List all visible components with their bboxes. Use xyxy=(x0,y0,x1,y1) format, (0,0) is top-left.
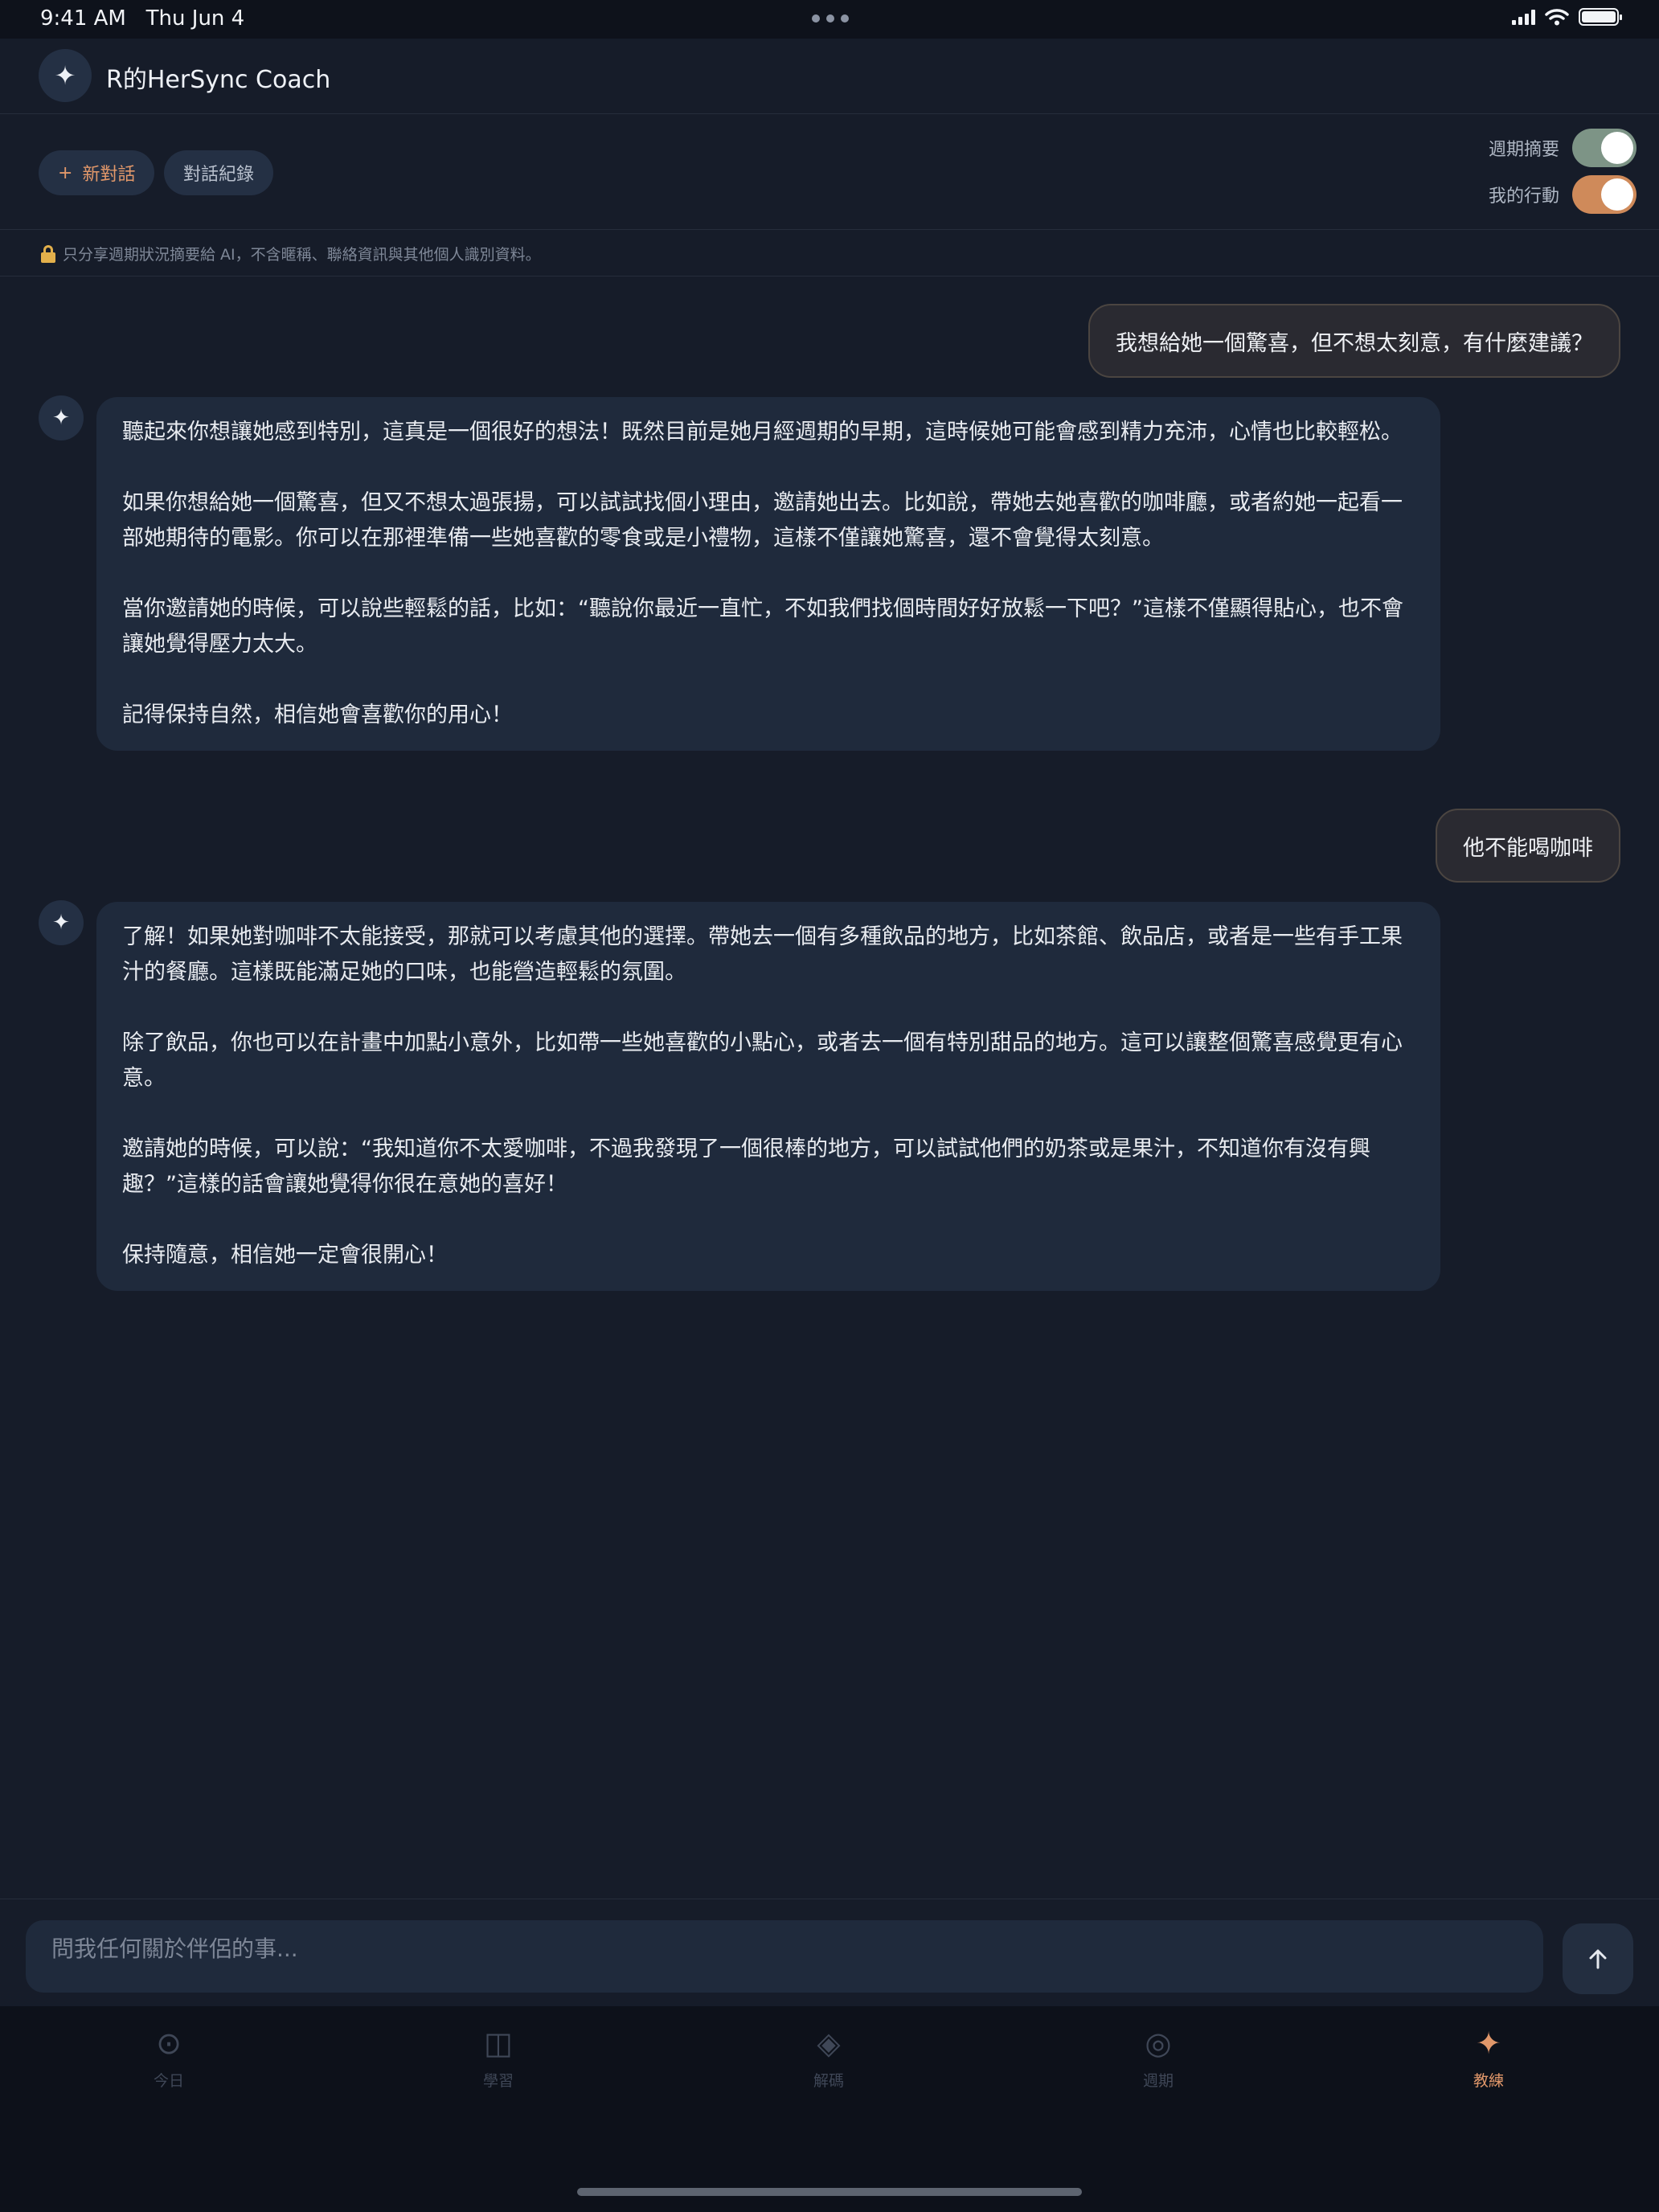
status-icons xyxy=(1512,8,1622,26)
assistant-message: 了解！如果她對咖啡不太能接受，那就可以考慮其他的選擇。帶她去一個有多種飲品的地方… xyxy=(96,902,1440,1291)
new-chat-label: 新對話 xyxy=(82,165,136,185)
tab-label: 教練 xyxy=(1473,2072,1504,2090)
privacy-text: 只分享週期狀況摘要給 AI，不含暱稱、聯絡資訊與其他個人識別資料。 xyxy=(63,246,541,264)
sparkle-icon: ✦ xyxy=(39,395,84,440)
tab-label: 今日 xyxy=(153,2072,184,2090)
sparkle-icon: ✦ xyxy=(1476,2026,1501,2061)
message-paragraph: 如果你想給她一個驚喜，但又不想太過張揚，可以試試找個小理由，邀請她出去。比如說，… xyxy=(122,490,1403,551)
my-actions-label: 我的行動 xyxy=(1488,186,1559,207)
message-text: 他不能喝咖啡 xyxy=(1463,835,1593,861)
tab-learn[interactable]: ◫ 學習 xyxy=(434,2022,563,2091)
message-paragraph: 保持隨意，相信她一定會很開心！ xyxy=(122,1243,448,1268)
message-composer xyxy=(0,1899,1659,2006)
lock-icon xyxy=(40,244,56,263)
tab-today[interactable]: ⊙ 今日 xyxy=(104,2022,233,2091)
app-screen: 9:41 AM Thu Jun 4 ✦ R的HerSync Coach + 新對… xyxy=(0,0,1659,2212)
send-button[interactable] xyxy=(1563,1923,1633,1994)
page-title: R的HerSync Coach xyxy=(106,66,331,94)
cellular-signal-icon xyxy=(1512,9,1535,25)
chat-toolbar: + 新對話 對話紀錄 週期摘要 我的行動 xyxy=(0,114,1659,230)
message-paragraph: 邀請她的時候，可以說：“我知道你不太愛咖啡，不過我發現了一個很棒的地方，可以試試… xyxy=(122,1137,1370,1197)
sun-circle-icon: ⊙ xyxy=(156,2026,182,2061)
cycle-summary-toggle[interactable] xyxy=(1572,129,1636,167)
message-paragraph: 當你邀請她的時候，可以說些輕鬆的話，比如：“聽說你最近一直忙，不如我們找個時間好… xyxy=(122,596,1403,657)
message-text: 我想給她一個驚喜，但不想太刻意，有什麼建議？ xyxy=(1116,330,1593,356)
multitask-dots-icon[interactable] xyxy=(812,14,849,23)
user-message: 我想給她一個驚喜，但不想太刻意，有什麼建議？ xyxy=(1088,304,1620,378)
status-date: Thu Jun 4 xyxy=(145,6,245,31)
sparkle-icon: ✦ xyxy=(39,49,92,102)
chat-history-button[interactable]: 對話紀錄 xyxy=(164,150,274,195)
my-actions-toggle[interactable] xyxy=(1572,175,1636,214)
status-time: 9:41 AM Thu Jun 4 xyxy=(40,6,244,31)
home-indicator[interactable] xyxy=(577,2188,1082,2196)
assistant-message: 聽起來你想讓她感到特別，這真是一個很好的想法！既然目前是她月經週期的早期，這時候… xyxy=(96,397,1440,751)
cycle-summary-toggle-row: 週期摘要 xyxy=(1489,129,1636,167)
wifi-icon xyxy=(1545,9,1569,26)
tab-label: 學習 xyxy=(482,2072,514,2090)
privacy-notice: 只分享週期狀況摘要給 AI，不含暱稱、聯絡資訊與其他個人識別資料。 xyxy=(0,230,1659,276)
diamond-icon: ◈ xyxy=(817,2026,841,2061)
status-bar: 9:41 AM Thu Jun 4 xyxy=(0,0,1659,39)
tab-cycle[interactable]: ◎ 週期 xyxy=(1094,2022,1223,2091)
app-header: ✦ R的HerSync Coach xyxy=(0,39,1659,114)
status-clock: 9:41 AM xyxy=(40,6,126,31)
message-input[interactable] xyxy=(26,1920,1543,1993)
arrow-up-icon xyxy=(1589,1949,1607,1969)
message-paragraph: 了解！如果她對咖啡不太能接受，那就可以考慮其他的選擇。帶她去一個有多種飲品的地方… xyxy=(122,924,1403,985)
tab-label: 週期 xyxy=(1142,2072,1174,2090)
chat-history-label: 對話紀錄 xyxy=(183,165,255,185)
sparkle-icon: ✦ xyxy=(39,900,84,945)
cycle-summary-label: 週期摘要 xyxy=(1488,140,1559,160)
user-message: 他不能喝咖啡 xyxy=(1436,809,1620,883)
my-actions-toggle-row: 我的行動 xyxy=(1489,175,1636,214)
message-paragraph: 除了飲品，你也可以在計畫中加點小意外，比如帶一些她喜歡的小點心，或者去一個有特別… xyxy=(122,1030,1403,1091)
tab-coach[interactable]: ✦ 教練 xyxy=(1424,2022,1553,2091)
tab-label: 解碼 xyxy=(813,2072,844,2090)
message-paragraph: 記得保持自然，相信她會喜歡你的用心！ xyxy=(122,703,513,727)
new-chat-button[interactable]: + 新對話 xyxy=(39,150,155,195)
battery-icon xyxy=(1579,8,1622,26)
tab-bar: ⊙ 今日 ◫ 學習 ◈ 解碼 ◎ 週期 ✦ 教練 xyxy=(0,2006,1659,2212)
book-icon: ◫ xyxy=(484,2026,513,2061)
plus-icon: + xyxy=(58,162,73,183)
tab-decode[interactable]: ◈ 解碼 xyxy=(764,2022,893,2091)
cycle-ring-icon: ◎ xyxy=(1145,2026,1172,2061)
message-paragraph: 聽起來你想讓她感到特別，這真是一個很好的想法！既然目前是她月經週期的早期，這時候… xyxy=(122,420,1403,444)
